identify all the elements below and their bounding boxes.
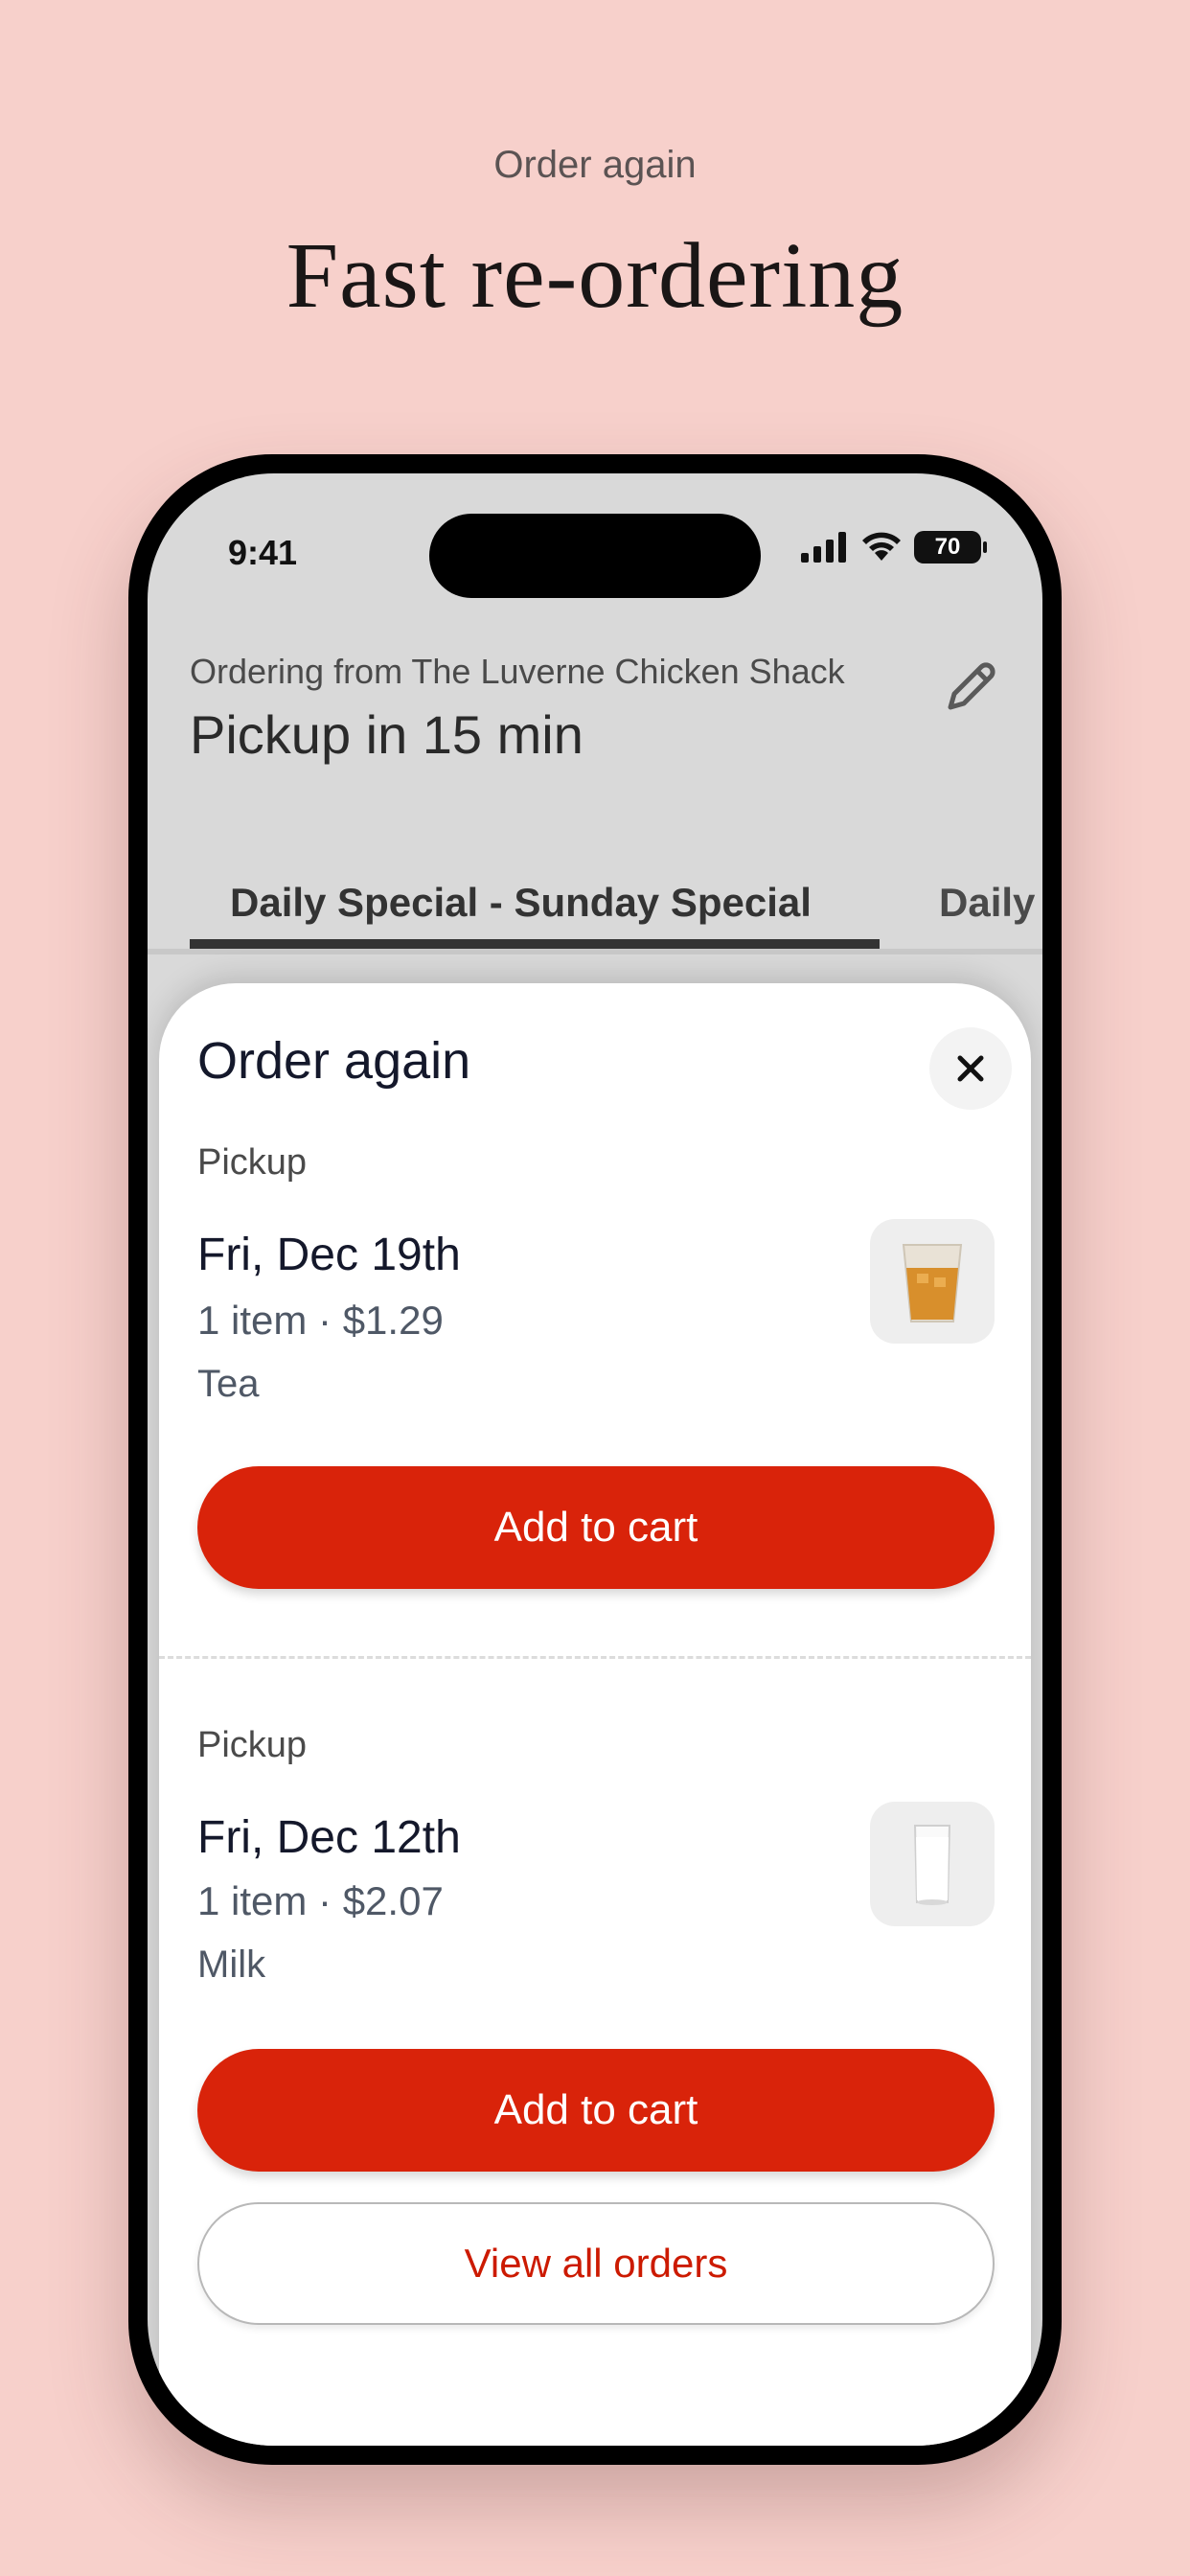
cellular-signal-icon bbox=[801, 532, 846, 563]
dynamic-island bbox=[429, 514, 761, 598]
status-icons: 70 bbox=[801, 531, 987, 564]
status-time: 9:41 bbox=[228, 533, 298, 572]
order-item-name: Milk bbox=[197, 1944, 266, 1986]
tab-daily-special-sunday[interactable]: Daily Special - Sunday Special bbox=[230, 880, 812, 926]
view-all-orders-button[interactable]: View all orders bbox=[197, 2202, 995, 2325]
phone-screen: 9:41 70 Ordering from The Luverne Chicke… bbox=[148, 473, 1042, 2446]
battery-indicator: 70 bbox=[914, 531, 987, 564]
pickup-time: Pickup in 15 min bbox=[190, 704, 584, 765]
milk-glass-icon bbox=[913, 1825, 951, 1905]
order-type: Pickup bbox=[197, 1725, 308, 1765]
phone-frame: 9:41 70 Ordering from The Luverne Chicke… bbox=[128, 454, 1062, 2465]
promo-title: Fast re-ordering bbox=[286, 224, 904, 328]
order-thumbnail bbox=[870, 1802, 995, 1926]
menu-tabs: Daily Special - Sunday Special Daily S bbox=[148, 828, 1042, 954]
wifi-icon bbox=[862, 532, 901, 561]
add-to-cart-button[interactable]: Add to cart bbox=[197, 2049, 995, 2172]
order-card: Pickup Fri, Dec 12th 1 item · $2.07 Milk… bbox=[197, 983, 995, 2191]
edit-order-button[interactable] bbox=[937, 652, 1006, 721]
tab-daily-special-next[interactable]: Daily S bbox=[939, 880, 1042, 926]
pencil-icon bbox=[948, 662, 995, 710]
order-date: Fri, Dec 12th bbox=[197, 1812, 461, 1863]
active-tab-indicator bbox=[190, 939, 880, 949]
order-again-sheet: Order again Pickup Fri, Dec 19th 1 item … bbox=[159, 983, 1031, 2446]
ordering-from-label: Ordering from The Luverne Chicken Shack bbox=[190, 652, 845, 691]
order-summary: 1 item · $2.07 bbox=[197, 1878, 444, 1923]
promo-kicker: Order again bbox=[493, 144, 697, 186]
